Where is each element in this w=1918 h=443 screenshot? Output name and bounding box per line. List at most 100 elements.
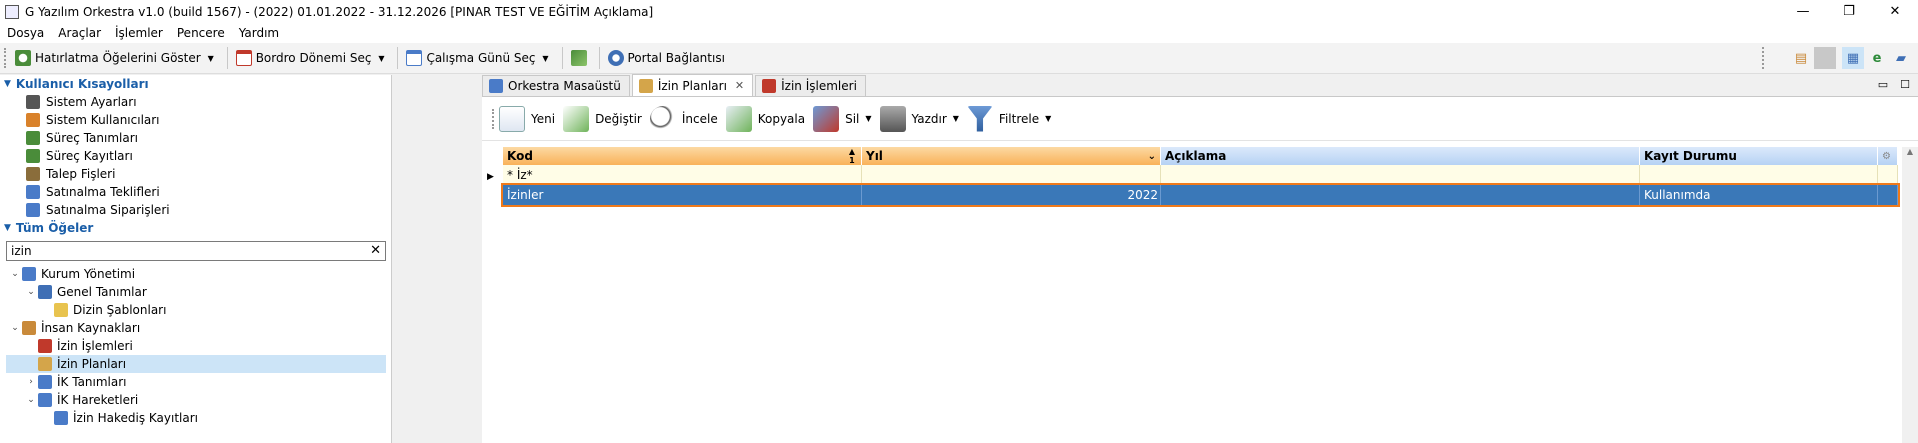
tab-item[interactable]: İzin Planları ✕ [631, 74, 754, 96]
toolbar-grip[interactable] [1762, 47, 1784, 69]
new-button[interactable]: Yeni [499, 105, 555, 132]
export-button[interactable] [567, 46, 595, 70]
filter-cell-aciklama[interactable] [1161, 165, 1640, 185]
expand-toggle-icon[interactable]: ⌄ [8, 323, 22, 333]
portal-button[interactable]: Portal Bağlantısı [604, 46, 729, 70]
column-header-yil[interactable]: Yıl ⌄ [862, 147, 1161, 165]
copy-button[interactable]: Kopyala [725, 105, 805, 132]
editor-controls: ▭ ☐ [1866, 78, 1910, 91]
cell-kayit-durumu[interactable]: Kullanımda [1640, 185, 1878, 205]
edit-button[interactable]: Değiştir [563, 105, 642, 132]
close-button[interactable]: ✕ [1872, 0, 1918, 23]
shortcut-item[interactable]: Süreç Kayıtları [0, 147, 391, 165]
tab-item[interactable]: Orkestra Masaüstü [482, 75, 630, 96]
collapse-icon[interactable]: ▼ [4, 223, 11, 233]
chevron-down-icon[interactable]: ▼ [375, 54, 387, 63]
tree-item[interactable]: ⌄ Kurum Yönetimi [0, 265, 391, 283]
filter-value: * İz* [507, 168, 533, 182]
shortcut-item[interactable]: Satınalma Siparişleri [0, 201, 391, 219]
expand-toggle-icon[interactable]: ⌄ [24, 395, 38, 405]
cell-yil[interactable]: 2022 [862, 185, 1161, 205]
print-button[interactable]: Yazdır ▼ [879, 105, 959, 132]
chevron-down-icon[interactable]: ⌄ [1148, 151, 1156, 162]
scroll-up-icon[interactable]: ▲ [1902, 147, 1918, 156]
expand-toggle-icon[interactable]: ⌄ [8, 269, 22, 279]
tree-item[interactable]: İzin Planları [6, 355, 386, 373]
column-header-aciklama[interactable]: Açıklama [1161, 147, 1640, 165]
tab-item[interactable]: İzin İşlemleri [755, 75, 866, 96]
folder-open-icon[interactable]: ▰ [1890, 47, 1912, 69]
filter-icon [966, 105, 993, 132]
tree-item-label: Dizin Şablonları [73, 303, 167, 317]
column-label: Yıl [866, 149, 883, 163]
workday-button[interactable]: Çalışma Günü Seç [402, 46, 539, 70]
column-header-kod[interactable]: Kod ▲ 1 [503, 147, 862, 165]
tree-item[interactable]: İzin İşlemleri [0, 337, 391, 355]
minimize-button[interactable]: — [1780, 0, 1826, 23]
shortcut-item[interactable]: Sistem Ayarları [0, 93, 391, 111]
toolbar-grip[interactable] [492, 108, 495, 129]
tree-item[interactable]: İzin Hakediş Kayıtları [0, 409, 391, 427]
payroll-period-button[interactable]: Bordro Dönemi Seç [232, 46, 376, 70]
cell-aciklama[interactable] [1161, 185, 1640, 205]
table-row[interactable]: İzinler 2022 Kullanımda [501, 183, 1900, 207]
filter-cell-kayit-durumu[interactable] [1640, 165, 1878, 185]
menu-bar: Dosya Araçlar İşlemler Pencere Yardım [0, 23, 1918, 43]
tree-item[interactable]: ⌄ İK Hareketleri [0, 391, 391, 409]
column-label: Açıklama [1165, 149, 1227, 163]
menu-yardim[interactable]: Yardım [232, 26, 286, 40]
delete-button[interactable]: Sil ▼ [813, 105, 872, 132]
close-tab-icon[interactable]: ✕ [735, 79, 744, 92]
expand-toggle-icon[interactable]: ⌄ [24, 287, 38, 297]
all-items-header[interactable]: ▼ Tüm Öğeler [0, 219, 391, 237]
process-records-icon [26, 149, 40, 163]
order-icon [26, 203, 40, 217]
shortcut-item[interactable]: Satınalma Teklifleri [0, 183, 391, 201]
column-chooser-icon[interactable]: ⚙ [1878, 147, 1898, 165]
chevron-down-icon[interactable]: ▼ [1045, 114, 1051, 123]
tree-item[interactable]: ⌄ Genel Tanımlar [0, 283, 391, 301]
chevron-down-icon[interactable]: ▼ [540, 54, 552, 63]
menu-dosya[interactable]: Dosya [0, 26, 51, 40]
maximize-editor-icon[interactable]: ☐ [1900, 78, 1910, 91]
open-perspective-icon[interactable]: ▤ [1790, 47, 1812, 69]
column-header-kayit-durumu[interactable]: Kayıt Durumu [1640, 147, 1878, 165]
search-input[interactable]: izin ✕ [6, 241, 386, 261]
cell-kod[interactable]: İzinler [503, 185, 862, 205]
shortcut-label: Süreç Tanımları [46, 131, 138, 145]
grid-perspective-icon[interactable]: ▦ [1842, 47, 1864, 69]
collapse-icon[interactable]: ▼ [4, 79, 11, 89]
chevron-down-icon[interactable]: ▼ [205, 54, 217, 63]
shortcut-item[interactable]: Süreç Tanımları [0, 129, 391, 147]
copy-icon [725, 105, 752, 132]
filter-cell-yil[interactable] [862, 165, 1161, 185]
browser-icon[interactable]: e [1866, 47, 1888, 69]
chevron-down-icon[interactable]: ▼ [953, 114, 959, 123]
window-controls: — ❐ ✕ [1780, 0, 1918, 23]
tab-label: Orkestra Masaüstü [508, 79, 621, 93]
menu-pencere[interactable]: Pencere [170, 26, 232, 40]
tree-item[interactable]: › İK Tanımları [0, 373, 391, 391]
clear-search-icon[interactable]: ✕ [370, 243, 381, 258]
filter-button[interactable]: Filtrele ▼ [966, 105, 1051, 132]
shortcut-list: Sistem Ayarları Sistem Kullanıcıları Süreç… [0, 93, 391, 219]
calendar-icon [406, 50, 423, 66]
shortcut-item[interactable]: Sistem Kullanıcıları [0, 111, 391, 129]
chevron-down-icon[interactable]: ▼ [865, 114, 871, 123]
filter-cell-kod[interactable]: * İz* [503, 165, 862, 185]
toolbar-grip[interactable] [4, 48, 7, 68]
reminders-button[interactable]: Hatırlatma Öğelerini Göster [11, 46, 205, 70]
shortcuts-header[interactable]: ▼ Kullanıcı Kısayolları [0, 75, 391, 93]
shortcut-item[interactable]: Talep Fişleri [0, 165, 391, 183]
tree-item[interactable]: ⌄ İnsan Kaynakları [0, 319, 391, 337]
menu-araclar[interactable]: Araçlar [51, 26, 108, 40]
tree-item[interactable]: Dizin Şablonları [0, 301, 391, 319]
quote-icon [26, 185, 40, 199]
minimize-editor-icon[interactable]: ▭ [1878, 78, 1888, 91]
vertical-scrollbar[interactable]: ▲ [1902, 147, 1918, 443]
menu-islemler[interactable]: İşlemler [108, 26, 170, 40]
restore-button[interactable]: ❐ [1826, 0, 1872, 23]
expand-toggle-icon[interactable]: › [24, 377, 38, 387]
tree-item-label: Genel Tanımlar [57, 285, 147, 299]
inspect-button[interactable]: İncele [649, 105, 718, 132]
